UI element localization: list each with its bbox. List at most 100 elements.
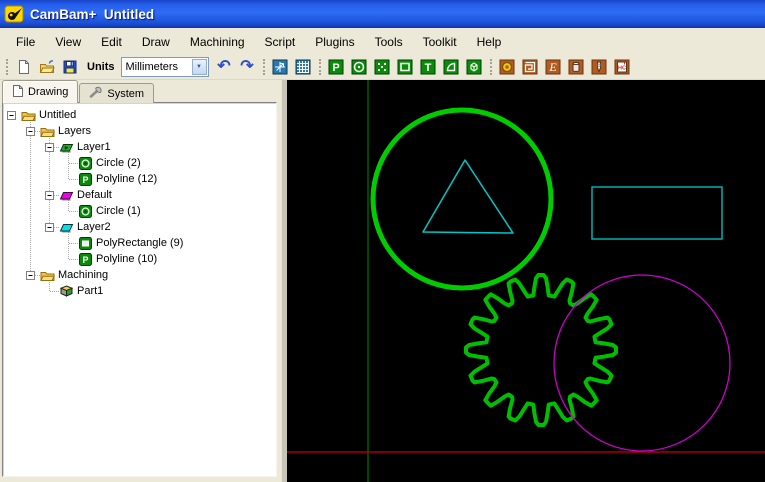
app-logo-icon (4, 4, 24, 24)
polyline-obj-icon: P (77, 252, 93, 266)
main-area: Drawing System UntitledLayers Layer1 Circle… (0, 80, 765, 482)
object-tree: UntitledLayersLayer1Circle (2)PPolyline … (3, 103, 276, 299)
units-label: Units (87, 61, 115, 73)
menu-help[interactable]: Help (467, 31, 512, 53)
toggle-axes-button[interactable] (269, 56, 292, 78)
expander-minus-icon[interactable] (45, 191, 54, 200)
draw-text-button[interactable]: T (417, 56, 440, 78)
polyline-obj-icon: P (77, 172, 93, 186)
tree-item-label: Machining (58, 269, 108, 281)
window-title: CamBam+ Untitled (30, 7, 154, 22)
undo-icon: ↶ (217, 58, 230, 76)
toolbar-grip (490, 59, 492, 75)
draw-circle-button[interactable] (348, 56, 371, 78)
circle-icon (351, 59, 367, 75)
part-icon (58, 284, 74, 298)
layer-cyan-icon (58, 220, 74, 234)
menu-script[interactable]: Script (255, 31, 306, 53)
menu-file[interactable]: File (6, 31, 45, 53)
tree-item-label: Polyline (10) (96, 253, 157, 265)
menu-plugins[interactable]: Plugins (305, 31, 364, 53)
folder-icon (39, 268, 55, 282)
rectangle-icon (397, 59, 413, 75)
menu-draw[interactable]: Draw (132, 31, 180, 53)
folder-icon (39, 124, 55, 138)
svg-text:T: T (425, 62, 432, 74)
save-button[interactable] (58, 56, 81, 78)
circle-obj-icon (77, 204, 93, 218)
expander-minus-icon[interactable] (45, 143, 54, 152)
menu-view[interactable]: View (45, 31, 91, 53)
tab-system[interactable]: System (79, 83, 154, 103)
combo-dropdown-arrow-icon[interactable]: ▼ (192, 59, 207, 75)
menu-edit[interactable]: Edit (91, 31, 132, 53)
toggle-grid-button[interactable] (292, 56, 315, 78)
arc-icon (443, 59, 459, 75)
redo-button[interactable]: ↷ (236, 56, 259, 78)
layer-magenta-icon (58, 188, 74, 202)
tree-item-label: Circle (2) (96, 157, 141, 169)
expander-minus-icon[interactable] (7, 111, 16, 120)
wrench-icon (89, 86, 103, 101)
title-bar: CamBam+ Untitled (0, 0, 765, 28)
gcode-button[interactable]: HC (611, 56, 634, 78)
menu-tools[interactable]: Tools (365, 31, 413, 53)
toolbar-grip (263, 59, 265, 75)
draw-points-button[interactable] (371, 56, 394, 78)
layer-green-icon (58, 140, 74, 154)
tree-item-polyline-10[interactable]: P Polyline (10) (3, 251, 276, 267)
drill-op-icon (568, 59, 584, 75)
tab-label: Drawing (28, 86, 68, 98)
svg-text:P: P (332, 62, 339, 74)
folder-icon (20, 108, 36, 122)
undo-button[interactable]: ↶ (213, 56, 236, 78)
svg-text:P: P (82, 175, 88, 185)
mill-bit-icon (591, 59, 607, 75)
gcode-book-icon: HC (614, 59, 630, 75)
tree-item-layer2[interactable]: Layer2 (3, 219, 276, 235)
expander-minus-icon[interactable] (26, 127, 35, 136)
menu-bar: FileViewEditDrawMachiningScriptPluginsTo… (0, 28, 765, 55)
draw-arc-button[interactable] (440, 56, 463, 78)
tree-item-polyrectangle-9[interactable]: PolyRectangle (9) (3, 235, 276, 251)
menu-toolkit[interactable]: Toolkit (413, 31, 467, 53)
save-icon (62, 59, 78, 75)
units-select[interactable]: Millimeters▼ (121, 57, 209, 77)
tree-item-label: Part1 (77, 285, 103, 297)
open-folder-icon (39, 59, 55, 75)
pocket-op-button[interactable] (519, 56, 542, 78)
new-file-button[interactable] (12, 56, 35, 78)
polyrect-obj-icon (77, 236, 93, 250)
tree-item-label: PolyRectangle (9) (96, 237, 183, 249)
redo-icon: ↷ (240, 58, 253, 76)
sidebar: Drawing System UntitledLayers Layer1 Circle… (0, 80, 281, 482)
tree-item-circle-1[interactable]: Circle (1) (3, 203, 276, 219)
tree-item-machining[interactable]: Machining (3, 267, 276, 283)
cad-canvas[interactable] (287, 80, 765, 482)
drill-op-button[interactable] (565, 56, 588, 78)
tree-item-layer1[interactable]: Layer1 (3, 139, 276, 155)
tree-item-part1[interactable]: Part1 (3, 283, 276, 299)
draw-rectangle-button[interactable] (394, 56, 417, 78)
menu-machining[interactable]: Machining (180, 31, 255, 53)
tree-item-untitled[interactable]: Untitled (3, 107, 276, 123)
tree-item-layers[interactable]: Layers (3, 123, 276, 139)
engrave-op-button[interactable]: E (542, 56, 565, 78)
profile3d-op-button[interactable] (588, 56, 611, 78)
tab-drawing[interactable]: Drawing (2, 80, 78, 103)
profile-op-button[interactable] (496, 56, 519, 78)
open-file-button[interactable] (35, 56, 58, 78)
tree-item-circle-2[interactable]: Circle (2) (3, 155, 276, 171)
tree-item-label: Layer1 (77, 141, 111, 153)
draw-polyline-button[interactable]: P (325, 56, 348, 78)
draw-surface-button[interactable] (463, 56, 486, 78)
pocket-op-icon (522, 59, 538, 75)
tree-item-default[interactable]: Default (3, 187, 276, 203)
new-file-icon (16, 59, 32, 75)
toolbar-grip (319, 59, 321, 75)
expander-minus-icon[interactable] (45, 223, 54, 232)
expander-minus-icon[interactable] (26, 271, 35, 280)
axes-crosshair-icon (272, 59, 288, 75)
svg-text:P: P (82, 255, 88, 265)
tree-item-polyline-12[interactable]: PPolyline (12) (3, 171, 276, 187)
